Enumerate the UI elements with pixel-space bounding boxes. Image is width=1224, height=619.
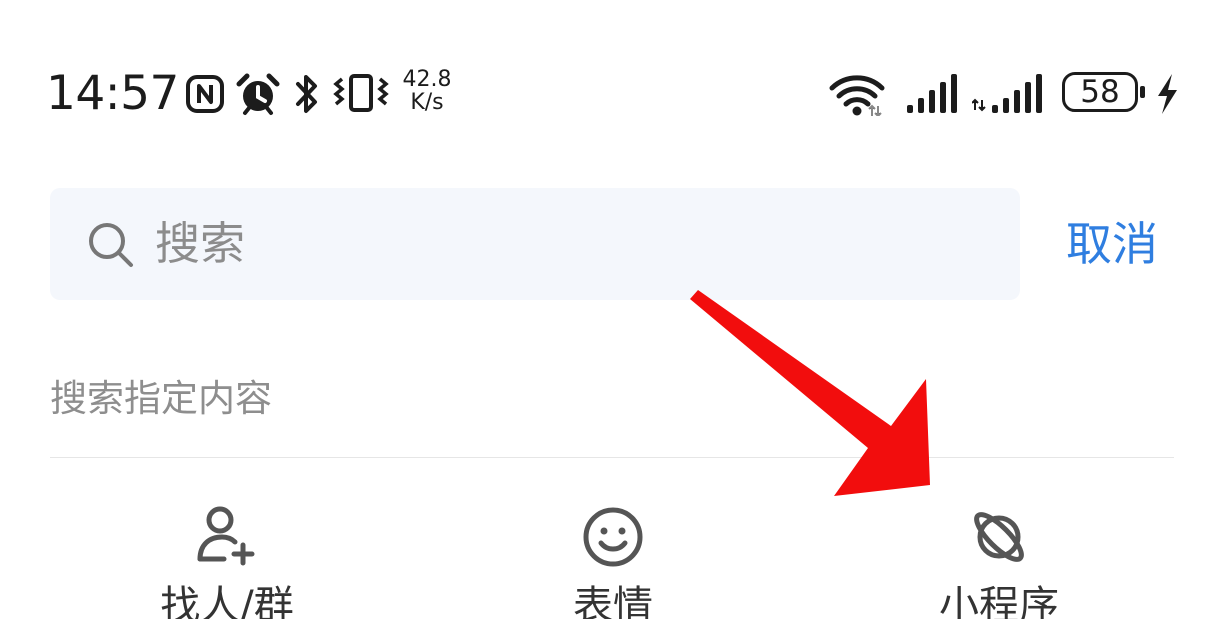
battery-level: 58 (1080, 74, 1120, 110)
network-speed-unit: K/s (410, 90, 444, 115)
network-speed: 42.8 K/s (399, 68, 455, 114)
battery-tip-icon (1140, 86, 1145, 98)
status-bar: 14:57 42.8 K/s 58 (0, 0, 1224, 150)
battery-icon: 58 (1062, 72, 1138, 112)
status-time: 14:57 (46, 66, 179, 121)
search-icon (89, 223, 133, 267)
cancel-button[interactable]: 取消 (1066, 214, 1158, 274)
network-speed-value: 42.8 (402, 67, 452, 92)
add-person-icon (197, 506, 255, 566)
category-label: 找人/群 (160, 583, 294, 619)
category-mini-programs[interactable]: 小程序 (869, 495, 1129, 619)
category-stickers[interactable]: 表情 (483, 495, 743, 619)
bluetooth-icon (296, 75, 317, 113)
signal-icon (972, 74, 1042, 113)
red-arrow-shape (690, 290, 930, 496)
divider (50, 457, 1174, 458)
smiley-icon (583, 507, 643, 567)
search-input[interactable] (155, 210, 995, 276)
category-find-people-groups[interactable]: 找人/群 (97, 495, 357, 619)
category-label: 小程序 (939, 583, 1059, 619)
section-title: 搜索指定内容 (50, 377, 272, 420)
vibrate-icon (333, 74, 389, 112)
wifi-icon (829, 75, 885, 116)
signal-icon (907, 74, 957, 113)
category-label: 表情 (573, 583, 653, 619)
search-page: 14:57 42.8 K/s 58 搜索 取消 搜索指定内容 找人/群 表情 小… (0, 0, 1224, 619)
nfc-icon (186, 75, 224, 113)
mini-program-icon (974, 512, 1024, 562)
alarm-icon (236, 73, 280, 115)
charging-icon (1158, 74, 1177, 114)
